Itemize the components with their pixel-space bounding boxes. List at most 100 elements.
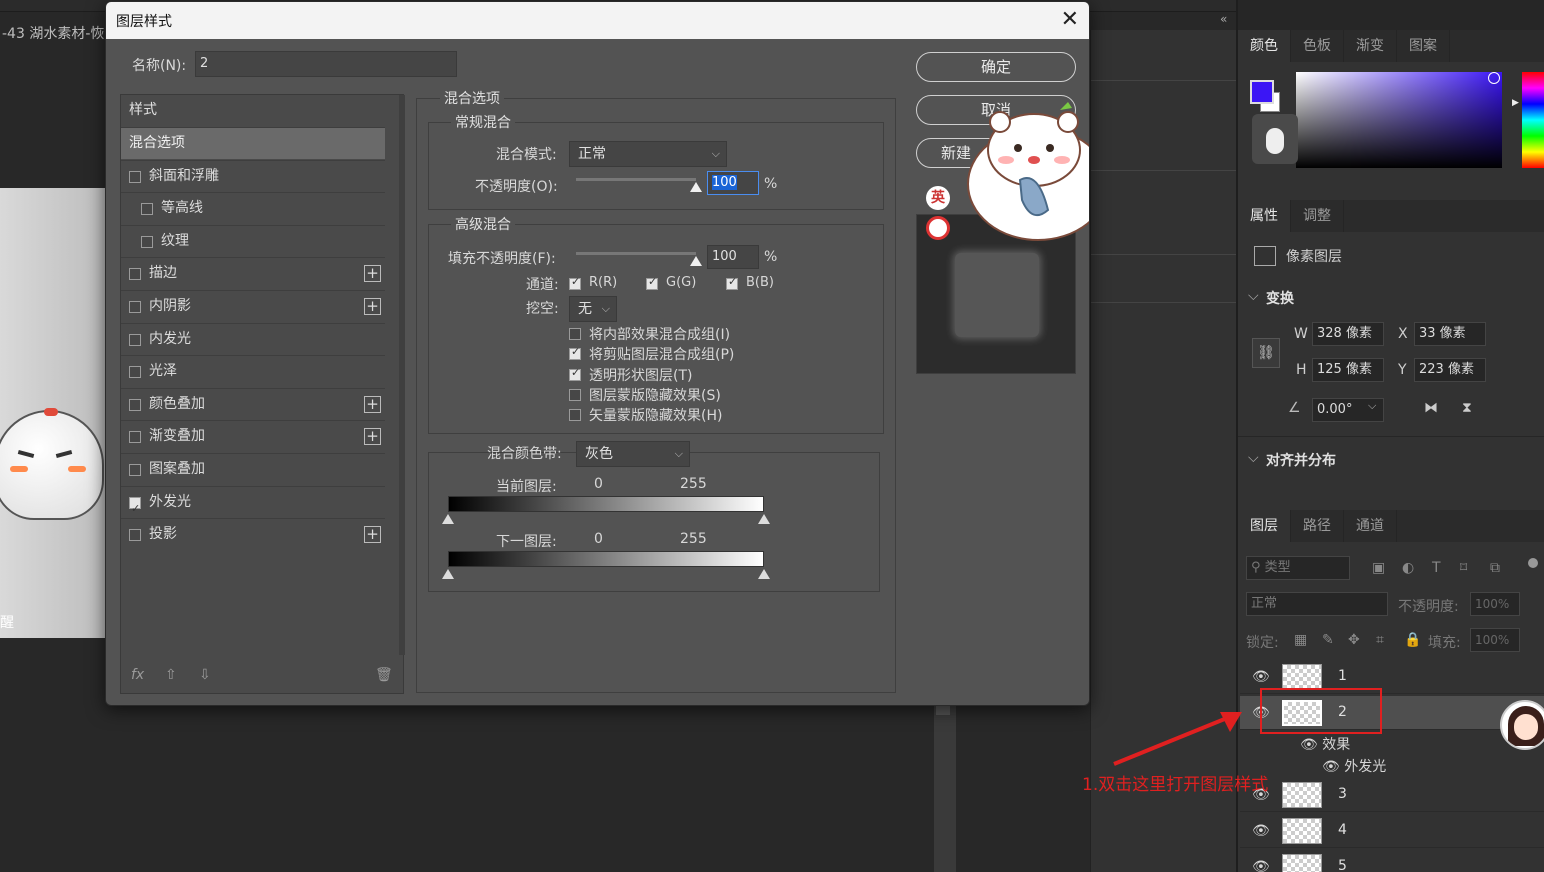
style-checkbox[interactable] [141,235,153,248]
y-field[interactable]: 223 像素 [1414,358,1486,382]
ime-status-icon[interactable] [926,216,950,240]
lock-move-icon[interactable]: ✥ [1348,632,1360,648]
filter-shape-icon[interactable]: ⌑ [1460,560,1467,576]
tab-gradients[interactable]: 渐变 [1344,30,1397,62]
advanced-option-checkbox[interactable] [569,409,581,422]
x-field[interactable]: 33 像素 [1414,322,1486,346]
move-down-icon[interactable]: ⇩ [199,667,211,683]
layer-fill-field[interactable]: 100% [1470,628,1520,652]
styles-header[interactable]: 样式 [121,95,385,127]
close-icon[interactable]: ✕ [1061,8,1079,32]
underlying-layer-black-handle[interactable] [442,569,454,579]
chevron-down-icon[interactable]: ⌵ [1248,288,1259,304]
lock-transparency-icon[interactable]: ▦ [1294,632,1307,648]
add-effect-icon[interactable]: + [364,428,381,446]
style-checkbox[interactable] [129,333,141,346]
fill-opacity-field[interactable]: 100 [707,245,759,269]
style-checkbox[interactable] [129,170,141,183]
blend-mode-select[interactable]: 正常 ⌵ [569,141,727,167]
style-item[interactable]: 斜面和浮雕 [121,159,385,192]
filter-type-icon[interactable]: T [1432,560,1441,576]
style-checkbox[interactable] [129,366,141,379]
channel-checkbox[interactable] [726,275,738,290]
tab-color[interactable]: 颜色 [1238,30,1291,62]
channel-checkbox[interactable] [646,275,658,290]
opacity-slider-thumb[interactable] [690,182,702,192]
add-effect-icon[interactable]: + [364,298,381,315]
layer-blend-mode-select[interactable]: 正常 [1246,592,1388,616]
eye-icon[interactable]: 👁 [1252,823,1270,839]
style-checkbox[interactable] [129,398,141,411]
advanced-option-checkbox[interactable] [569,345,581,361]
collapse-icon[interactable]: « [1220,12,1227,26]
filter-pixel-icon[interactable]: ▣ [1372,560,1385,576]
canvas-scrollbar[interactable] [936,705,950,715]
opacity-slider-track[interactable] [576,178,696,181]
advanced-option-checkbox[interactable] [569,328,581,340]
eye-icon[interactable]: 👁 [1252,859,1270,872]
tab-adjustments[interactable]: 调整 [1291,200,1344,232]
link-icon[interactable]: ⛓ [1252,338,1280,368]
fill-opacity-slider-track[interactable] [576,252,696,255]
layer-filter-select[interactable]: ⚲ 类型 [1246,556,1350,580]
chevron-down-icon[interactable]: ⌵ [1248,450,1259,466]
fill-opacity-slider-thumb[interactable] [690,256,702,266]
style-checkbox[interactable] [129,268,141,281]
style-item[interactable]: 投影 + [121,518,385,550]
move-up-icon[interactable]: ⇧ [165,667,177,683]
add-effect-icon[interactable]: + [364,395,381,413]
filter-toggle[interactable] [1528,558,1538,568]
style-item[interactable]: 内发光 [121,322,385,355]
avatar[interactable] [1500,700,1544,750]
lock-all-icon[interactable]: 🔒 [1404,632,1421,648]
advanced-option-checkbox[interactable] [569,366,581,381]
underlying-layer-gradient-bar[interactable] [448,551,764,567]
advanced-option-checkbox[interactable] [569,388,581,401]
add-effect-icon[interactable]: + [364,265,381,283]
knockout-select[interactable]: 无 ⌵ [569,296,617,322]
align-section-title[interactable]: 对齐并分布 [1266,450,1336,470]
add-effect-icon[interactable]: + [364,526,381,544]
tab-patterns[interactable]: 图案 [1397,30,1450,62]
transform-section-title[interactable]: 变换 [1266,288,1294,308]
filter-adjustment-icon[interactable]: ◐ [1402,560,1414,576]
tab-properties[interactable]: 属性 [1238,200,1291,232]
style-item[interactable]: 图案叠加 [121,453,385,485]
layer-row[interactable]: 👁 3 [1240,778,1544,812]
fx-icon[interactable]: fx [131,667,144,683]
style-item[interactable]: 纹理 [121,224,385,257]
eye-icon[interactable]: 👁 [1322,759,1340,775]
flip-horizontal-icon[interactable]: ⧓ [1424,400,1438,416]
eye-icon[interactable]: 👁 [1300,737,1318,753]
style-checkbox[interactable] [129,431,141,444]
filter-smart-icon[interactable]: ⧉ [1490,560,1500,576]
style-item[interactable]: 混合选项 [121,127,385,159]
tab-swatches[interactable]: 色板 [1291,30,1344,62]
name-field[interactable]: 2 [195,51,457,77]
tab-layers[interactable]: 图层 [1238,510,1291,542]
ime-indicator[interactable]: 英 [926,186,950,210]
layer-opacity-field[interactable]: 100% [1470,592,1520,616]
color-picker-field[interactable] [1296,72,1502,168]
document-tab[interactable]: -43 湖水素材-恢 [0,22,120,46]
canvas-image[interactable]: 醒 [0,188,105,638]
ok-button[interactable]: 确定 [916,52,1076,82]
style-item[interactable]: 光泽 [121,355,385,387]
channel-checkbox[interactable] [569,275,581,290]
width-field[interactable]: 328 像素 [1312,322,1384,346]
style-item[interactable]: 描边 + [121,257,385,289]
tab-paths[interactable]: 路径 [1291,510,1344,542]
this-layer-white-handle[interactable] [758,514,770,524]
layer-row[interactable]: 👁 4 [1240,814,1544,848]
style-checkbox[interactable] [129,464,141,476]
dialog-titlebar[interactable]: 图层样式 ✕ [106,2,1089,39]
style-checkbox[interactable] [129,493,141,524]
layer-row[interactable]: 👁 5 [1240,850,1544,872]
style-checkbox[interactable] [129,529,141,542]
hue-slider[interactable] [1522,72,1544,168]
chevron-down-icon[interactable]: ⌵ [1368,399,1376,413]
lock-paint-icon[interactable]: ✎ [1322,632,1334,648]
effects-row[interactable]: 👁 效果 [1300,734,1350,754]
height-field[interactable]: 125 像素 [1312,358,1384,382]
style-checkbox[interactable] [129,301,141,313]
